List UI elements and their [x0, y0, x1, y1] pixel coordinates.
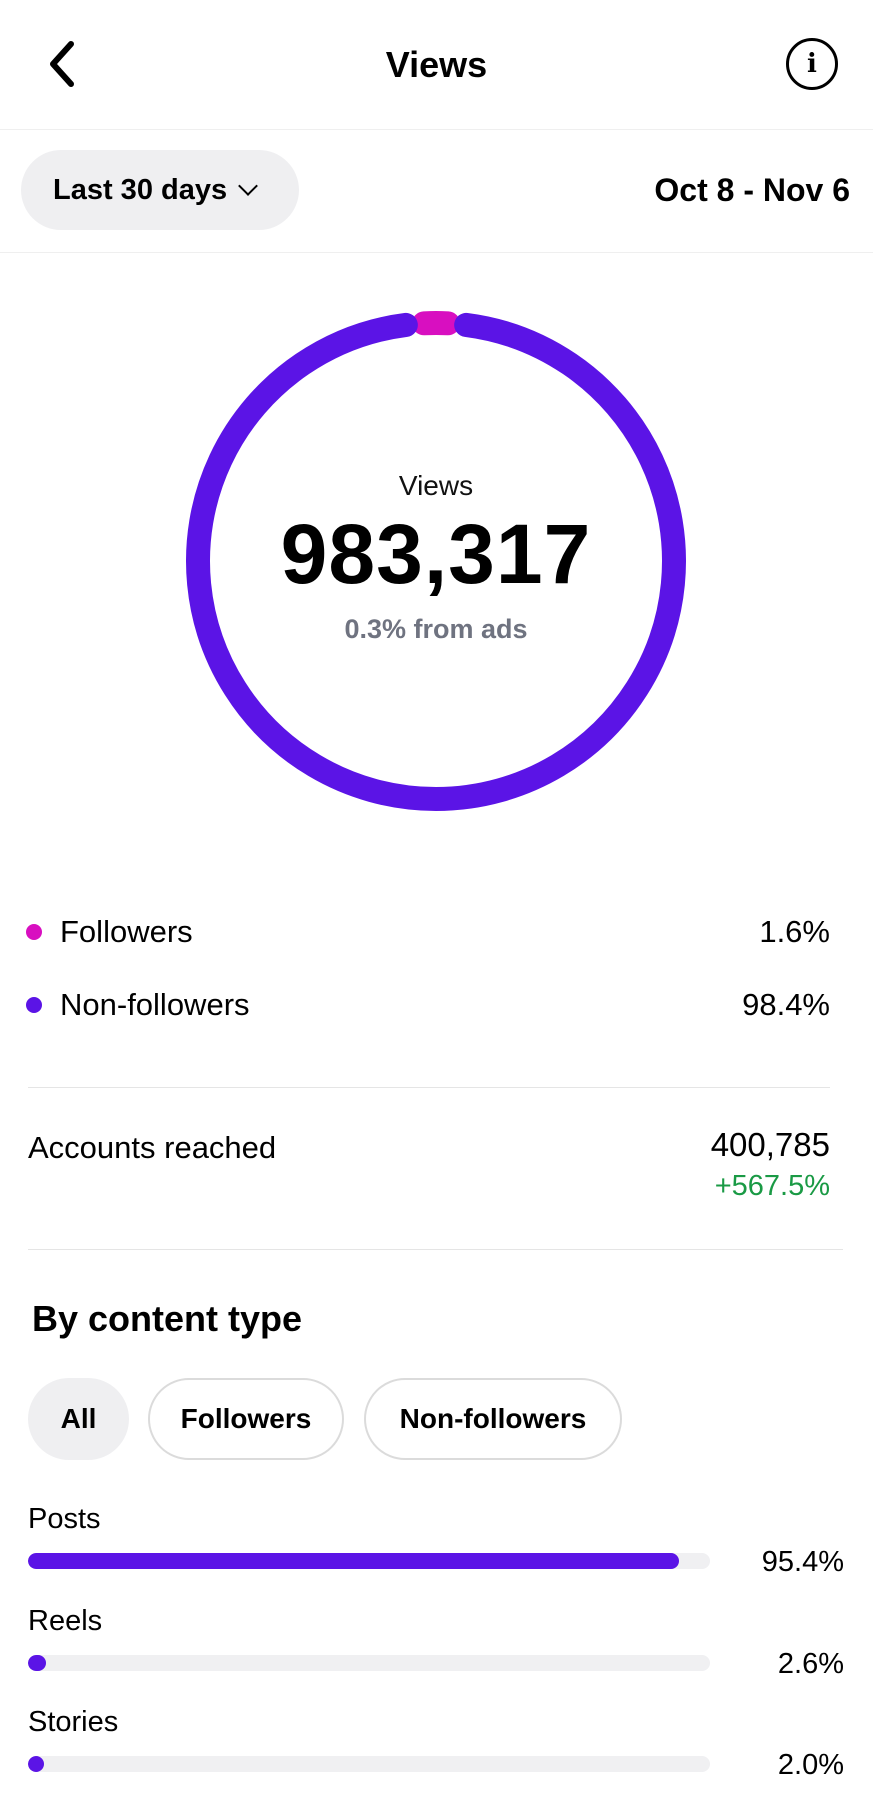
legend-value: 1.6% [759, 914, 830, 949]
bar-fill [28, 1655, 46, 1671]
chevron-down-icon [238, 176, 259, 196]
accounts-reached-value: 400,785 [710, 1126, 830, 1163]
legend-value: 98.4% [742, 987, 830, 1022]
top-bar: Views i [0, 0, 873, 130]
date-range-text: Oct 8 - Nov 6 [654, 172, 850, 208]
accounts-reached-change: +567.5% [714, 1170, 830, 1202]
legend-label: Followers [60, 914, 193, 949]
divider [28, 1087, 830, 1088]
legend-label: Non-followers [60, 987, 250, 1022]
content-type-bar [28, 1756, 710, 1772]
legend-non-followers: Non-followers 98.4% [26, 982, 830, 1028]
content-type-label: Stories [28, 1706, 119, 1738]
accounts-reached-label: Accounts reached [28, 1130, 277, 1165]
bar-fill [28, 1756, 45, 1772]
donut-label: Views [398, 470, 474, 501]
content-type-bar [28, 1553, 710, 1569]
content-type-value: 2.6% [777, 1648, 844, 1680]
bar-fill [28, 1553, 679, 1569]
tab-non-followers[interactable]: Non-followers [364, 1378, 622, 1460]
tab-all[interactable]: All [28, 1378, 129, 1460]
views-donut-chart: Views 983,317 0.3% from ads [185, 302, 687, 820]
divider [28, 1249, 843, 1250]
info-button[interactable]: i [786, 38, 838, 90]
page-title: Views [385, 44, 488, 85]
date-range-dropdown[interactable]: Last 30 days [21, 150, 299, 230]
content-type-label: Posts [28, 1503, 101, 1535]
filter-bar: Last 30 days Oct 8 - Nov 6 [0, 130, 873, 253]
views-total: 983,317 [280, 507, 592, 601]
tab-followers[interactable]: Followers [148, 1378, 344, 1460]
legend-followers: Followers 1.6% [26, 909, 830, 955]
donut-center: Views 983,317 0.3% from ads [185, 470, 687, 645]
info-icon: i [807, 49, 817, 79]
date-range-dropdown-label: Last 30 days [53, 173, 228, 206]
content-type-value: 2.0% [777, 1749, 844, 1781]
content-type-label: Reels [28, 1605, 103, 1637]
content-type-bar [28, 1655, 710, 1671]
followers-dot [26, 924, 42, 940]
non-followers-dot [26, 997, 42, 1013]
content-type-value: 95.4% [761, 1546, 844, 1578]
ads-note: 0.3% from ads [344, 614, 528, 644]
section-title: By content type [32, 1298, 303, 1339]
